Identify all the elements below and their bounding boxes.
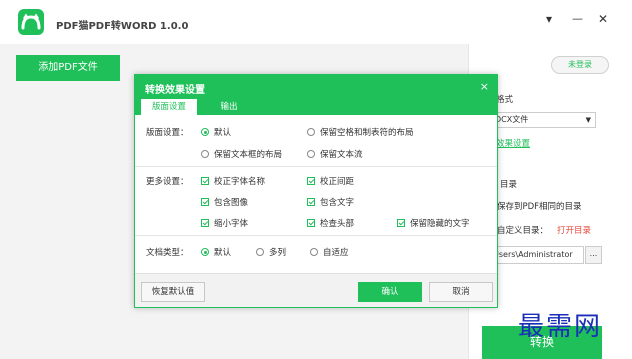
app-title: PDF猫PDF转WORD 1.0.0 (56, 21, 189, 32)
minimize-icon[interactable]: ▾ (546, 12, 552, 26)
radio-icon (256, 248, 264, 256)
format-select[interactable]: DCX文件 ▼ (490, 112, 596, 128)
checkbox-icon (397, 219, 405, 227)
watermark-text: 最需网 (518, 312, 603, 342)
close-icon[interactable]: ✕ (598, 12, 608, 26)
add-pdf-button[interactable]: 添加PDF文件 (16, 55, 120, 81)
radio-selected-icon (201, 248, 209, 256)
layout-option-keep-spaces[interactable]: 保留空格和制表符的布局 (307, 126, 414, 138)
doc-type-adaptive[interactable]: 自适应 (310, 246, 349, 258)
option-label: 默认 (214, 248, 232, 258)
app-logo (18, 9, 44, 35)
layout-option-default[interactable]: 默认 (201, 126, 231, 138)
radio-icon (307, 150, 315, 158)
check-shrink-font[interactable]: 缩小字体 (201, 217, 248, 229)
more-settings-label: 更多设置： (146, 177, 189, 187)
format-label: 格式 (496, 95, 514, 105)
doc-type-default[interactable]: 默认 (201, 246, 231, 258)
tab-layout[interactable]: 版面设置 (141, 99, 197, 115)
dialog-footer: 恢复默认值 确认 取消 (135, 273, 497, 307)
checkbox-icon (307, 177, 315, 185)
minimize-line-icon[interactable]: — (572, 12, 583, 25)
radio-icon (201, 150, 209, 158)
option-label: 校正字体名称 (214, 177, 266, 187)
option-label: 保留文本框的布局 (214, 150, 283, 160)
radio-icon (307, 128, 315, 136)
divider (135, 235, 497, 236)
checkbox-icon (201, 219, 209, 227)
save-same-dir-option[interactable]: 保存到PDF相同的目录 (497, 200, 582, 212)
open-dir-link[interactable]: 打开目录 (557, 224, 591, 236)
option-label: 保留隐藏的文字 (410, 219, 470, 229)
option-label: 保留空格和制表符的布局 (320, 128, 414, 138)
layout-option-keep-flow[interactable]: 保留文本流 (307, 148, 363, 160)
effect-settings-link[interactable]: 效果设置 (496, 137, 530, 149)
option-label: 缩小字体 (214, 219, 249, 229)
option-label: 多列 (269, 248, 287, 258)
option-label: 自适应 (323, 248, 349, 258)
effect-settings-dialog: 转换效果设置 × 版面设置 输出 版面设置： 默认 保留空格和制表符的布局 保留… (134, 74, 498, 308)
cancel-button[interactable]: 取消 (429, 282, 493, 302)
divider (135, 166, 497, 167)
check-include-images[interactable]: 包含图像 (201, 196, 248, 208)
checkbox-icon (307, 219, 315, 227)
login-button[interactable]: 未登录 (551, 56, 609, 74)
dialog-title: 转换效果设置 (145, 85, 205, 96)
checkbox-icon (307, 198, 315, 206)
custom-dir-option[interactable]: 自定义目录： (497, 224, 548, 236)
checkbox-icon (201, 198, 209, 206)
browse-button[interactable]: ... (585, 246, 602, 264)
check-keep-hidden-text[interactable]: 保留隐藏的文字 (397, 217, 470, 229)
option-label: 检查头部 (320, 219, 355, 229)
format-value: DCX文件 (495, 115, 529, 124)
output-path-field[interactable]: Users\Administrator (488, 246, 584, 264)
radio-selected-icon (201, 128, 209, 136)
dialog-header: 转换效果设置 × 版面设置 输出 (135, 75, 497, 115)
close-icon[interactable]: × (480, 80, 489, 93)
doc-type-multicolumn[interactable]: 多列 (256, 246, 286, 258)
option-label: 校正间距 (320, 177, 355, 187)
layout-label: 版面设置： (146, 128, 189, 138)
restore-defaults-button[interactable]: 恢复默认值 (141, 282, 205, 302)
chevron-down-icon: ▼ (585, 116, 591, 124)
checkbox-icon (201, 177, 209, 185)
title-bar: PDF猫PDF转WORD 1.0.0 ▾ — ✕ (0, 0, 632, 44)
doc-type-label: 文档类型： (146, 248, 189, 258)
check-header[interactable]: 检查头部 (307, 217, 354, 229)
dir-label: 目录 (500, 180, 518, 190)
ok-button[interactable]: 确认 (358, 282, 422, 302)
check-fix-spacing[interactable]: 校正间距 (307, 175, 354, 187)
option-label: 包含文字 (320, 198, 355, 208)
check-include-text[interactable]: 包含文字 (307, 196, 354, 208)
option-label: 保留文本流 (320, 150, 363, 160)
check-fix-font-name[interactable]: 校正字体名称 (201, 175, 265, 187)
option-label: 包含图像 (214, 198, 249, 208)
layout-option-keep-textbox[interactable]: 保留文本框的布局 (201, 148, 282, 160)
option-label: 默认 (214, 128, 232, 138)
radio-icon (310, 248, 318, 256)
tab-output[interactable]: 输出 (209, 99, 249, 115)
